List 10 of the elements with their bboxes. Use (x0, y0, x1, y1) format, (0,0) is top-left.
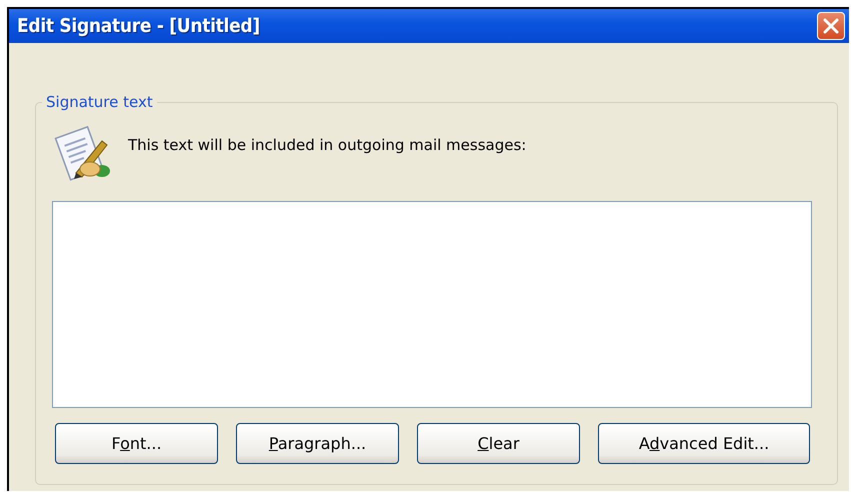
close-button[interactable] (817, 12, 845, 40)
group-label: Signature text (42, 93, 157, 111)
dialog-button[interactable]: Clear (417, 423, 580, 464)
signature-input[interactable] (52, 201, 812, 408)
close-icon (821, 16, 841, 36)
dialog-button[interactable]: Advanced Edit... (598, 423, 810, 464)
description-text: This text will be included in outgoing mail messages: (128, 136, 526, 154)
dialog-button[interactable]: Paragraph... (236, 423, 399, 464)
dialog-button[interactable]: Font... (55, 423, 218, 464)
window-title: Edit Signature - [Untitled] (17, 15, 260, 37)
